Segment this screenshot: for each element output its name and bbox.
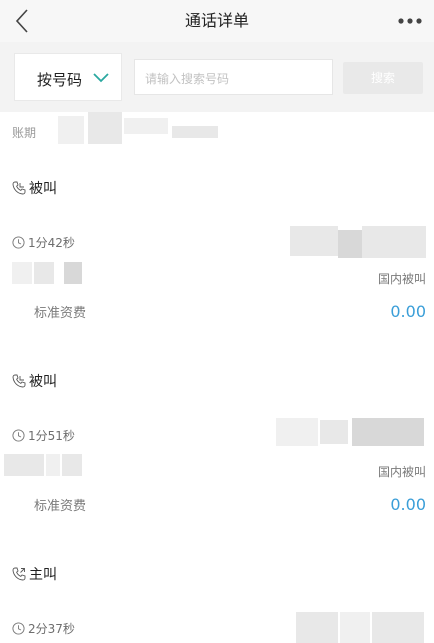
call-kind: 国内被叫	[377, 272, 426, 286]
redacted-period	[124, 118, 168, 134]
search-button[interactable]: 搜索	[343, 62, 423, 94]
call-type-text: 被叫	[29, 181, 57, 197]
redacted-time	[4, 454, 44, 476]
call-duration-text: 1分42秒	[28, 236, 75, 250]
redacted-number	[340, 612, 370, 643]
call-duration: 1分51秒	[12, 427, 75, 444]
redacted-number	[352, 418, 424, 446]
search-mode-label: 按号码	[37, 71, 83, 89]
call-duration-text: 1分51秒	[28, 429, 75, 443]
call-type: 主叫	[12, 564, 57, 584]
call-type-text: 主叫	[29, 567, 57, 583]
fee-label: 标准资费	[34, 499, 87, 514]
billing-period-label: 账期	[12, 126, 37, 140]
redacted-time	[46, 454, 60, 476]
redacted-number	[372, 612, 424, 643]
redacted-number	[362, 226, 426, 258]
phone-outgoing-icon	[12, 567, 26, 581]
search-input[interactable]: 请输入搜索号码	[134, 59, 333, 95]
call-type: 被叫	[12, 178, 57, 198]
phone-incoming-icon	[12, 374, 26, 388]
call-duration-text: 2分37秒	[28, 622, 75, 636]
more-horizontal-icon[interactable]	[392, 8, 428, 34]
call-kind: 国内被叫	[377, 465, 426, 479]
redacted-time	[34, 262, 54, 284]
search-mode-select[interactable]: 按号码	[14, 53, 122, 101]
fee-value: 0.00	[390, 495, 426, 514]
redacted-number	[338, 230, 362, 258]
fee-value: 0.00	[390, 302, 426, 321]
page-title: 通话详单	[184, 11, 249, 30]
redacted-time	[64, 262, 82, 284]
redacted-time	[12, 262, 32, 284]
redacted-time	[62, 454, 82, 476]
redacted-period	[88, 112, 122, 144]
clock-icon	[12, 622, 25, 635]
call-type: 被叫	[12, 371, 57, 391]
redacted-number	[290, 226, 338, 256]
clock-icon	[12, 236, 25, 249]
redacted-period	[58, 116, 84, 144]
redacted-number	[296, 612, 338, 643]
fee-label: 标准资费	[34, 306, 87, 321]
redacted-number	[276, 418, 318, 446]
chevron-down-icon	[93, 73, 109, 83]
redacted-number	[320, 420, 348, 444]
call-duration: 2分37秒	[12, 620, 75, 637]
call-type-text: 被叫	[29, 374, 57, 390]
redacted-period	[172, 126, 218, 138]
clock-icon	[12, 429, 25, 442]
search-placeholder: 请输入搜索号码	[145, 72, 230, 86]
header-bar: 通话详单	[0, 0, 434, 42]
call-duration: 1分42秒	[12, 234, 75, 251]
phone-incoming-icon	[12, 181, 26, 195]
